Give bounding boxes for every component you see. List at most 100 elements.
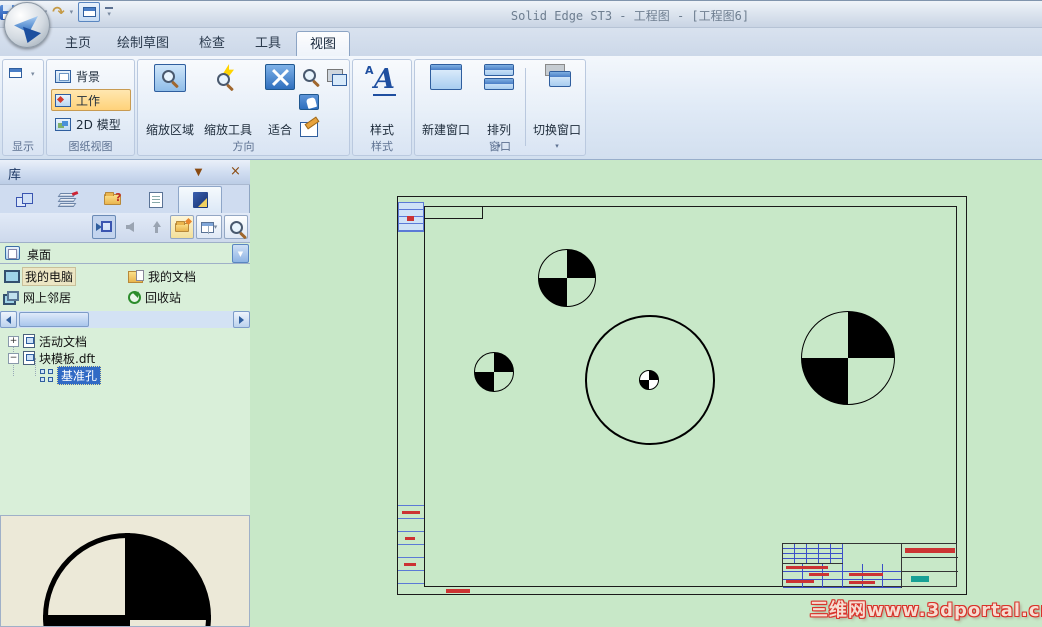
address-dropdown-button[interactable]: ▼ <box>232 244 249 263</box>
up-level-button[interactable] <box>144 215 168 239</box>
fit-icon <box>265 64 295 90</box>
titleblock-grid <box>783 544 843 564</box>
group-display: ▾ 显示 <box>2 59 44 156</box>
fit-button[interactable]: 适合 <box>260 64 300 138</box>
redo-icon[interactable]: ↷ <box>52 4 65 20</box>
expander-plus-icon[interactable]: + <box>8 335 19 347</box>
drawing-canvas[interactable]: 三维网www.3dportal.cn <box>250 160 1042 627</box>
my-documents-label: 我的文档 <box>148 269 197 284</box>
tab-inspect[interactable]: 检查 <box>186 31 238 56</box>
document-icon <box>23 351 35 365</box>
address-value: 桌面 <box>27 248 52 262</box>
close-icon[interactable]: × <box>228 165 243 180</box>
watermark-text: 三维网www.3dportal.cn <box>810 600 1042 621</box>
new-window-button[interactable]: 新建窗口 <box>419 64 473 138</box>
address-bar[interactable]: 桌面 ▼ <box>0 242 250 264</box>
working-button[interactable]: 工作 <box>51 89 131 111</box>
group-style: A A 样式 样式 <box>352 59 412 156</box>
chevron-down-icon: ▾ <box>107 9 111 18</box>
library-panel: 库 ▼ × ? ▾ 桌面 ▼ 我的电脑 网上邻居 我的文档 回收站 + 活动文档… <box>0 160 250 627</box>
chevron-down-icon[interactable]: ▾ <box>31 70 35 78</box>
titleblock-line <box>901 544 902 588</box>
datum-target-symbol[interactable] <box>538 249 596 307</box>
previous-view-button[interactable] <box>324 64 347 86</box>
tree-item-block-template[interactable]: − 块模板.dft <box>8 350 95 366</box>
back-button[interactable] <box>118 215 142 239</box>
places-list: 我的电脑 网上邻居 我的文档 回收站 <box>0 264 250 311</box>
zoom-area-button[interactable]: 缩放区域 <box>142 64 198 138</box>
back-arrow-icon <box>126 222 134 232</box>
zoom-plus-button[interactable] <box>298 64 320 86</box>
new-folder-icon <box>175 217 193 232</box>
chevron-down-icon: ▾ <box>213 223 218 231</box>
datum-target-symbol[interactable] <box>474 352 514 392</box>
computer-icon <box>3 269 20 283</box>
previous-view-icon <box>327 68 347 86</box>
tab-document-list[interactable] <box>134 186 178 213</box>
zoom-tool-button[interactable]: 缩放工具 <box>200 64 256 138</box>
customize-quick-access-button[interactable]: ▾ <box>105 6 114 18</box>
style-button[interactable]: A A 样式 <box>355 64 409 138</box>
fit-label: 适合 <box>267 123 292 137</box>
pan-button[interactable] <box>298 91 320 113</box>
model-2d-button[interactable]: 2D 模型 <box>51 113 131 135</box>
margin-mark <box>405 537 415 540</box>
titleblock-text-mark <box>849 573 883 576</box>
application-button[interactable] <box>4 2 50 48</box>
tab-home[interactable]: 主页 <box>52 31 104 56</box>
scroll-left-button[interactable] <box>0 311 17 328</box>
list-item-my-documents[interactable]: 我的文档 <box>128 267 196 285</box>
block-icon <box>40 368 53 382</box>
datum-target-symbol[interactable] <box>801 311 895 405</box>
block-view-button[interactable] <box>92 215 116 239</box>
window-toggle-button[interactable] <box>78 2 101 22</box>
block-template-label: 块模板.dft <box>39 351 96 366</box>
ribbon-tab-row: 主页 绘制草图 检查 工具 视图 <box>0 28 1042 56</box>
tab-library[interactable] <box>178 186 222 213</box>
tab-sketch[interactable]: 绘制草图 <box>104 31 182 56</box>
display-split-button[interactable] <box>9 68 22 78</box>
style-icon: A A <box>365 64 396 96</box>
redo-dropdown-icon[interactable]: ▾ <box>70 8 74 16</box>
working-sheet-icon <box>55 93 71 107</box>
scroll-right-button[interactable] <box>233 311 250 328</box>
new-folder-button[interactable] <box>170 215 194 239</box>
scrollbar-thumb[interactable] <box>19 312 89 327</box>
tab-select-blocks[interactable] <box>2 186 46 213</box>
library-title: 库 <box>8 168 22 183</box>
panel-menu-chevron-icon[interactable]: ▼ <box>191 165 206 180</box>
refresh-view-icon <box>300 121 318 137</box>
datum-hole-label: 基准孔 <box>57 365 102 385</box>
tree-item-datum-hole[interactable]: 基准孔 <box>40 365 102 385</box>
group-label-orientation: 方向 <box>232 140 255 153</box>
datum-target-symbol[interactable] <box>639 370 659 390</box>
recycle-bin-label: 回收站 <box>145 290 182 305</box>
my-computer-label: 我的电脑 <box>22 266 77 286</box>
arrange-label: 排列 <box>486 123 511 137</box>
layers-icon <box>57 192 77 207</box>
refresh-view-button[interactable] <box>298 118 320 140</box>
tree-item-active-docs[interactable]: + 活动文档 <box>8 333 87 349</box>
tab-help-folder[interactable]: ? <box>90 186 134 213</box>
margin-mark <box>402 511 420 514</box>
tab-view[interactable]: 视图 <box>296 31 351 56</box>
group-orientation: 缩放区域 缩放工具 适合 方向 <box>137 59 350 156</box>
tab-layers[interactable] <box>46 186 90 213</box>
titleblock-text-mark <box>786 580 814 583</box>
background-button[interactable]: 背景 <box>51 65 131 87</box>
pan-icon <box>299 94 319 110</box>
datum-crossline <box>125 533 130 626</box>
list-item-network[interactable]: 网上邻居 <box>3 288 71 306</box>
tab-tools[interactable]: 工具 <box>242 31 294 56</box>
expander-minus-icon[interactable]: − <box>8 352 19 364</box>
views-button[interactable]: ▾ <box>196 215 222 239</box>
zoom-tool-icon <box>211 64 245 92</box>
library-header: 库 ▼ × <box>0 160 250 185</box>
search-button[interactable] <box>224 215 248 239</box>
search-icon <box>229 220 243 234</box>
titleblock-mark <box>407 216 414 221</box>
horizontal-scrollbar[interactable] <box>0 311 250 328</box>
library-book-icon <box>192 192 208 208</box>
list-item-recycle-bin[interactable]: 回收站 <box>128 288 181 306</box>
list-item-my-computer[interactable]: 我的电脑 <box>3 266 77 286</box>
